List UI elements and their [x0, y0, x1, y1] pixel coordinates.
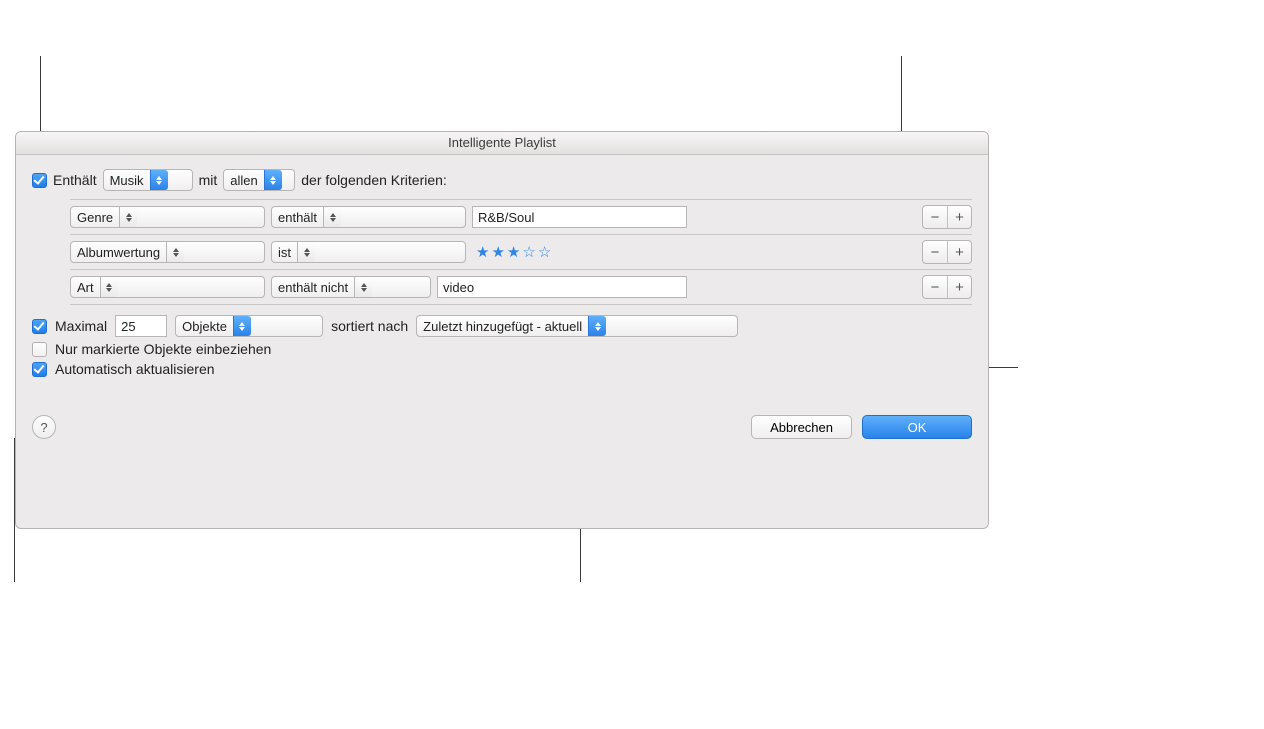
only-checked-row: Nur markierte Objekte einbeziehen: [32, 341, 972, 357]
only-checked-label: Nur markierte Objekte einbeziehen: [55, 341, 271, 357]
star-icon: ★: [507, 245, 520, 260]
limit-unit-popup[interactable]: Objekte: [175, 315, 323, 337]
limit-unit-value: Objekte: [176, 319, 233, 334]
match-row: Enthält Musik mit allen der folgenden Kr…: [32, 169, 972, 191]
updown-icon: [100, 277, 118, 297]
add-rule-button[interactable]: +: [947, 206, 971, 228]
media-type-value: Musik: [104, 173, 150, 188]
limit-count-value: 25: [121, 319, 135, 334]
plus-icon: +: [955, 279, 964, 296]
media-type-popup[interactable]: Musik: [103, 169, 193, 191]
rule-row: Albumwertung ist ★ ★ ★ ☆ ☆: [70, 235, 972, 270]
rule-criterion-popup[interactable]: Genre: [70, 206, 265, 228]
rule-stepper: − +: [922, 275, 972, 299]
add-rule-button[interactable]: +: [947, 276, 971, 298]
updown-icon: [264, 170, 282, 190]
rule-value-text: R&B/Soul: [478, 210, 534, 225]
remove-rule-button[interactable]: −: [923, 241, 947, 263]
updown-icon: [233, 316, 251, 336]
updown-icon: [323, 207, 341, 227]
rule-row: Genre enthält R&B/Soul − +: [70, 200, 972, 235]
match-checkbox[interactable]: [32, 173, 47, 188]
updown-icon: [119, 207, 137, 227]
rule-criterion-value: Art: [71, 280, 100, 295]
ok-label: OK: [908, 420, 927, 435]
limit-row: Maximal 25 Objekte sortiert nach Zuletzt…: [32, 315, 972, 337]
rule-operator-popup[interactable]: enthält nicht: [271, 276, 431, 298]
minus-icon: −: [931, 279, 940, 296]
star-icon: ★: [476, 245, 489, 260]
rule-criterion-popup[interactable]: Art: [70, 276, 265, 298]
rule-rating-stars[interactable]: ★ ★ ★ ☆ ☆: [472, 245, 551, 260]
star-icon: ☆: [538, 245, 551, 260]
match-mode-popup[interactable]: allen: [223, 169, 295, 191]
updown-icon: [297, 242, 315, 262]
window-title-text: Intelligente Playlist: [448, 135, 556, 150]
remove-rule-button[interactable]: −: [923, 276, 947, 298]
updown-icon: [354, 277, 372, 297]
rule-operator-popup[interactable]: enthält: [271, 206, 466, 228]
rule-value-field[interactable]: video: [437, 276, 687, 298]
rule-criterion-popup[interactable]: Albumwertung: [70, 241, 265, 263]
live-update-label: Automatisch aktualisieren: [55, 361, 215, 377]
question-icon: ?: [40, 420, 47, 435]
star-icon: ☆: [522, 245, 535, 260]
limit-sort-label: sortiert nach: [331, 318, 408, 334]
limit-checkbox[interactable]: [32, 319, 47, 334]
remove-rule-button[interactable]: −: [923, 206, 947, 228]
limit-count-field[interactable]: 25: [115, 315, 167, 337]
limit-label: Maximal: [55, 318, 107, 334]
ok-button[interactable]: OK: [862, 415, 972, 439]
cancel-button[interactable]: Abbrechen: [751, 415, 852, 439]
rule-criterion-value: Albumwertung: [71, 245, 166, 260]
rule-operator-popup[interactable]: ist: [271, 241, 466, 263]
minus-icon: −: [931, 244, 940, 261]
updown-icon: [166, 242, 184, 262]
only-checked-checkbox[interactable]: [32, 342, 47, 357]
star-icon: ★: [491, 245, 504, 260]
rule-value-field[interactable]: R&B/Soul: [472, 206, 687, 228]
match-mode-value: allen: [224, 173, 263, 188]
rule-operator-value: enthält: [272, 210, 323, 225]
match-contains-label: Enthält: [53, 172, 97, 188]
rule-stepper: − +: [922, 240, 972, 264]
help-button[interactable]: ?: [32, 415, 56, 439]
window-title: Intelligente Playlist: [16, 132, 988, 155]
limit-sort-popup[interactable]: Zuletzt hinzugefügt - aktuell: [416, 315, 738, 337]
minus-icon: −: [931, 209, 940, 226]
rule-criterion-value: Genre: [71, 210, 119, 225]
live-update-checkbox[interactable]: [32, 362, 47, 377]
rule-stepper: − +: [922, 205, 972, 229]
limit-sort-value: Zuletzt hinzugefügt - aktuell: [417, 319, 588, 334]
smart-playlist-dialog: Intelligente Playlist Enthält Musik mit …: [15, 131, 989, 529]
live-update-row: Automatisch aktualisieren: [32, 361, 972, 377]
cancel-label: Abbrechen: [770, 420, 833, 435]
dialog-footer: ? Abbrechen OK: [32, 415, 972, 439]
match-suffix-label: der folgenden Kriterien:: [301, 172, 447, 188]
rule-operator-value: enthält nicht: [272, 280, 354, 295]
rule-row: Art enthält nicht video − +: [70, 270, 972, 305]
plus-icon: +: [955, 244, 964, 261]
rule-operator-value: ist: [272, 245, 297, 260]
updown-icon: [150, 170, 168, 190]
plus-icon: +: [955, 209, 964, 226]
updown-icon: [588, 316, 606, 336]
add-rule-button[interactable]: +: [947, 241, 971, 263]
rule-value-text: video: [443, 280, 474, 295]
rules-list: Genre enthält R&B/Soul − +: [70, 199, 972, 305]
match-mid-label: mit: [199, 172, 218, 188]
callout-line: [40, 56, 41, 131]
